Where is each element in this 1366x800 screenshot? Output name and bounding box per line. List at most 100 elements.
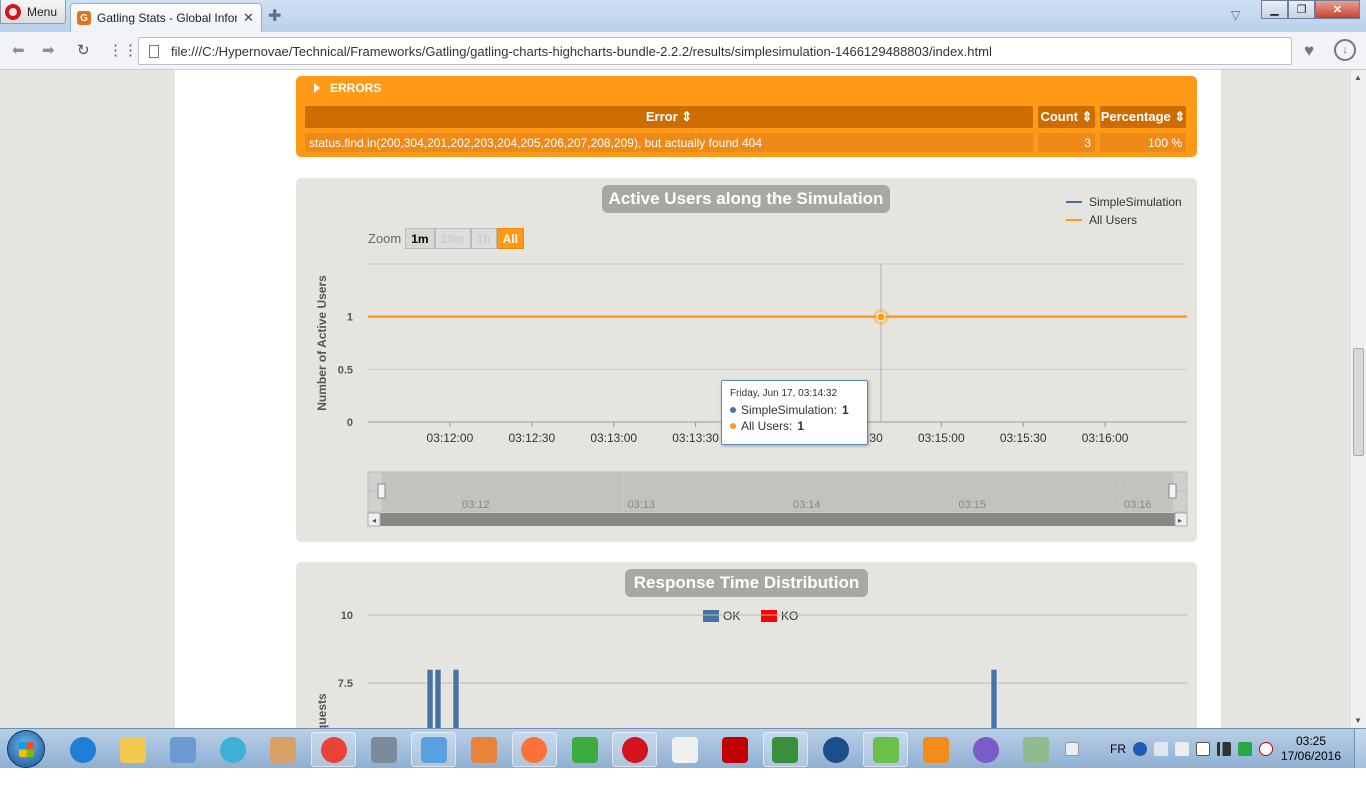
scrollbar-thumb[interactable] xyxy=(1353,348,1364,456)
y-tick-label: 7.5 xyxy=(338,678,353,690)
hover-point[interactable] xyxy=(876,312,886,322)
expand-arrow-icon xyxy=(314,83,320,93)
tab-menu-icon[interactable]: ▽ xyxy=(1231,8,1240,22)
show-desktop-button[interactable] xyxy=(1354,729,1366,769)
chrome-taskbar-button[interactable] xyxy=(311,732,356,767)
tooltip-date: Friday, Jun 17, 03:14:32 xyxy=(730,388,838,399)
bar-ok[interactable] xyxy=(452,669,460,728)
cat-app-taskbar-button[interactable] xyxy=(964,732,1009,767)
bookmark-app-icon xyxy=(671,736,698,763)
series-dot-icon xyxy=(730,407,736,413)
navigator-right-handle[interactable] xyxy=(1168,483,1177,499)
vlc-taskbar-button[interactable] xyxy=(913,732,958,767)
percentage-column-header[interactable]: Percentage ⇕ xyxy=(1100,106,1186,128)
y-tick-labels: 00.51 xyxy=(338,312,353,429)
count-column-header[interactable]: Count ⇕ xyxy=(1038,106,1095,128)
navigator-left-handle[interactable] xyxy=(377,483,386,499)
firefox-taskbar-button[interactable] xyxy=(511,732,557,767)
close-window-button[interactable]: ✕ xyxy=(1315,0,1360,19)
laptop-settings-taskbar-button[interactable] xyxy=(361,732,406,767)
clock-time: 03:25 xyxy=(1295,734,1327,748)
control-panel-icon xyxy=(169,736,196,763)
start-button[interactable] xyxy=(7,730,45,768)
page-scrollbar[interactable]: ▲ ▼ xyxy=(1350,70,1366,728)
keyboard-icon[interactable] xyxy=(1154,742,1168,756)
control-panel-taskbar-button[interactable] xyxy=(160,732,205,767)
app-circle-icon xyxy=(220,736,247,763)
errors-title: ERRORS xyxy=(330,81,382,95)
paint-taskbar-button[interactable] xyxy=(411,732,457,767)
y-tick-label: 0.5 xyxy=(338,364,353,376)
forward-icon[interactable]: ➡ xyxy=(42,41,55,59)
x-tick-label: 03:13:00 xyxy=(590,431,637,445)
error-cell: status.find.in(200,304,201,202,203,204,2… xyxy=(305,133,1033,152)
active-users-panel: Active Users along the Simulation Simple… xyxy=(296,178,1197,542)
bookmark-app-taskbar-button[interactable] xyxy=(662,732,707,767)
errors-toggle[interactable]: ERRORS xyxy=(314,81,381,95)
map-app-icon xyxy=(1023,736,1050,763)
green-tray-icon[interactable] xyxy=(1238,742,1252,756)
paper-plane-taskbar-button[interactable] xyxy=(863,732,909,767)
bar-ok[interactable] xyxy=(990,669,998,728)
chart-app-taskbar-button[interactable] xyxy=(762,732,808,767)
series-dot-icon xyxy=(730,423,736,429)
opera-taskbar-button[interactable] xyxy=(612,732,658,767)
address-bar[interactable]: file:///C:/Hypernovae/Technical/Framewor… xyxy=(138,37,1292,65)
tray-expand-icon[interactable] xyxy=(1065,742,1079,756)
scroll-right-arrow-icon: ▸ xyxy=(1178,516,1182,525)
opera-menu-button[interactable]: Menu xyxy=(0,0,66,24)
y-tick-label: 10 xyxy=(341,610,353,622)
navigator-tick-label: 03:12 xyxy=(462,499,490,511)
bar-ok[interactable] xyxy=(434,669,442,728)
paint-icon xyxy=(420,736,447,763)
page-icon xyxy=(149,44,159,58)
java-taskbar-button[interactable] xyxy=(261,732,306,767)
tray-arrow-icon[interactable] xyxy=(1175,742,1189,756)
navigator-scrollbar[interactable] xyxy=(368,513,1187,526)
system-tray: FR xyxy=(1065,729,1273,769)
heart-icon[interactable]: ♥ xyxy=(1295,37,1323,65)
language-indicator[interactable]: FR xyxy=(1110,742,1126,756)
explorer-taskbar-button[interactable] xyxy=(110,732,155,767)
url-text[interactable]: file:///C:/Hypernovae/Technical/Framewor… xyxy=(171,44,992,59)
x-tick-label: 03:15:00 xyxy=(918,431,965,445)
reload-icon[interactable]: ↻ xyxy=(77,41,90,59)
explorer-icon xyxy=(119,736,146,763)
back-icon[interactable]: ⬅ xyxy=(12,41,25,59)
active-users-plot: Number of Active Users 00.51 03:12:00 03:… xyxy=(315,263,1188,527)
restore-button[interactable]: ❐ xyxy=(1288,0,1315,19)
x-tick-label: 03:12:30 xyxy=(508,431,555,445)
scroll-up-icon[interactable]: ▲ xyxy=(1354,73,1362,82)
count-cell: 3 xyxy=(1038,133,1095,152)
usb-icon[interactable] xyxy=(1196,742,1210,756)
signal-icon[interactable] xyxy=(1217,742,1231,756)
percentage-cell: 100 % xyxy=(1100,133,1186,152)
errors-panel: ERRORS Error ⇕ Count ⇕ Percentage ⇕ stat… xyxy=(296,76,1197,157)
app-circle-taskbar-button[interactable] xyxy=(211,732,256,767)
tab-gatling-stats[interactable]: G Gatling Stats - Global Infor ✕ xyxy=(70,3,262,32)
new-tab-icon[interactable]: ✚ xyxy=(268,6,281,26)
bar-ok[interactable] xyxy=(426,669,434,728)
clock[interactable]: 03:25 17/06/2016 xyxy=(1270,734,1352,764)
download-icon[interactable]: ↓ xyxy=(1334,39,1356,61)
speed-dial-icon[interactable]: ⋮⋮ xyxy=(108,41,138,59)
green-app-taskbar-button[interactable] xyxy=(562,732,607,767)
chrome-icon xyxy=(320,736,347,763)
x-tick-label: 03:13:30 xyxy=(672,431,719,445)
minimize-button[interactable]: ▁ xyxy=(1261,0,1288,19)
y-axis-title: Number of Active Users xyxy=(315,275,329,411)
acrobat-taskbar-button[interactable] xyxy=(713,732,758,767)
close-tab-icon[interactable]: ✕ xyxy=(243,10,254,26)
scroll-down-icon[interactable]: ▼ xyxy=(1354,716,1362,725)
media-player-taskbar-button[interactable] xyxy=(462,732,507,767)
cat-app-icon xyxy=(973,736,1000,763)
help-icon[interactable] xyxy=(1133,742,1147,756)
music-app-taskbar-button[interactable] xyxy=(813,732,858,767)
ie-taskbar-button[interactable] xyxy=(60,732,105,767)
page-viewport: ERRORS Error ⇕ Count ⇕ Percentage ⇕ stat… xyxy=(0,70,1350,728)
screen-bottom xyxy=(0,768,1366,800)
navigator-selection[interactable] xyxy=(382,472,1173,512)
y-tick-label: 1 xyxy=(347,312,353,324)
error-column-header[interactable]: Error ⇕ xyxy=(305,106,1033,128)
map-app-taskbar-button[interactable] xyxy=(1014,732,1059,767)
